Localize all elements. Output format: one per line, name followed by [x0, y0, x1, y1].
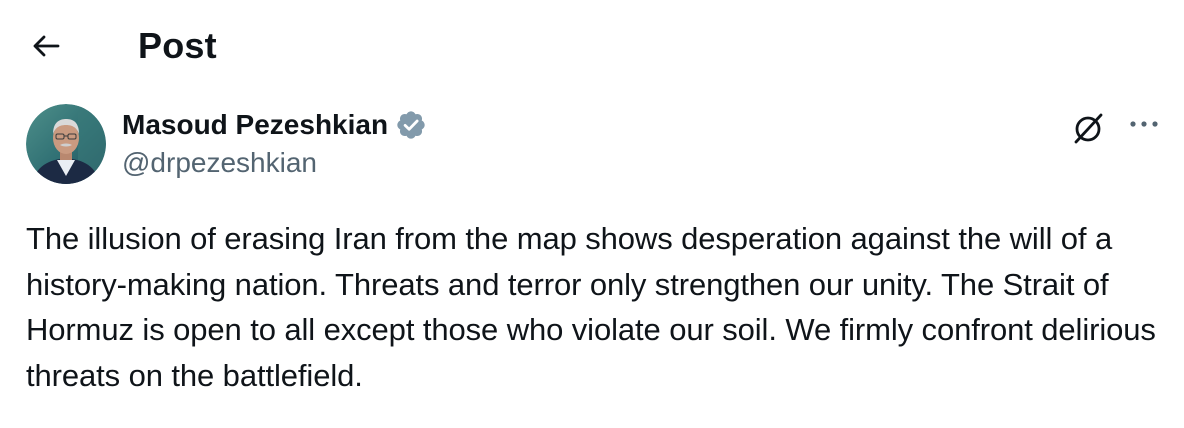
post-header: Post — [0, 0, 1184, 92]
avatar[interactable] — [26, 104, 106, 184]
author-row: Masoud Pezeshkian @drpezeshkian — [26, 102, 1166, 186]
verified-badge-icon[interactable] — [395, 109, 427, 141]
arrow-left-icon — [33, 35, 60, 57]
grok-icon — [1074, 113, 1103, 144]
profile-photo — [26, 104, 106, 184]
more-horizontal-icon — [1130, 121, 1158, 127]
more-options-button[interactable] — [1122, 106, 1166, 142]
author-handle[interactable]: @drpezeshkian — [122, 144, 427, 182]
author-meta: Masoud Pezeshkian @drpezeshkian — [122, 106, 427, 182]
name-line: Masoud Pezeshkian — [122, 106, 427, 144]
page-title: Post — [138, 25, 217, 66]
author-name[interactable]: Masoud Pezeshkian — [122, 106, 388, 144]
post-text: The illusion of erasing Iran from the ma… — [26, 221, 1165, 393]
grok-button[interactable] — [1066, 106, 1110, 150]
back-button[interactable] — [20, 24, 72, 68]
